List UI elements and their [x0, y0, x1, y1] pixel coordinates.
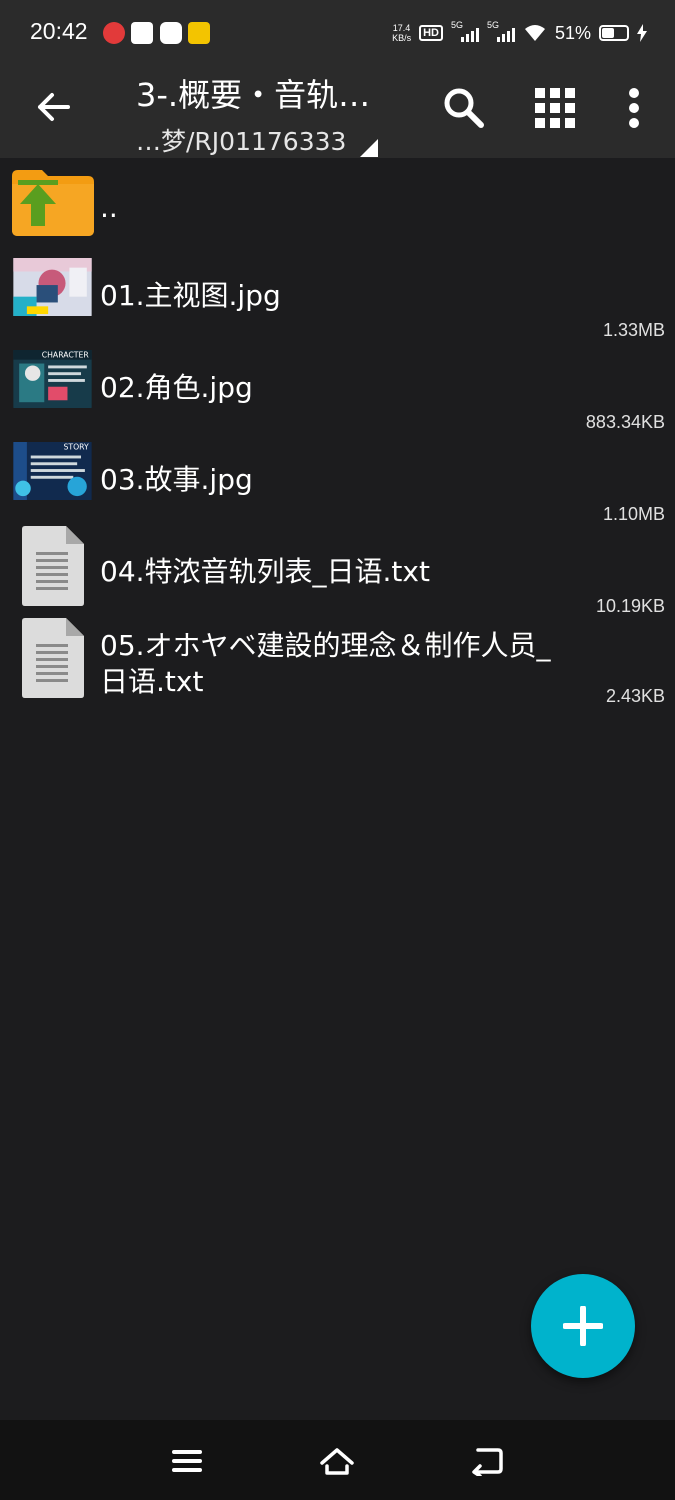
file-list: .. 01.主视图.jpg 1.33MB CHARACTER 02.角色.jpg… [0, 158, 675, 706]
list-item-file[interactable]: 05.オホヤベ建設的理念＆制作人员_ 日语.txt 2.43KB [0, 612, 675, 706]
file-name: 01.主视图.jpg [100, 279, 281, 312]
wifi-icon [524, 25, 545, 41]
file-size: 2.43KB [605, 686, 665, 706]
back-button[interactable] [28, 82, 78, 132]
nav-menu-button[interactable] [164, 1438, 210, 1484]
file-name-line1: 05.オホヤベ建設的理念＆制作人员_ [100, 629, 551, 662]
folder-title: 3-.概要・音轨… [136, 76, 371, 114]
signal-sim1-icon: 5G [451, 20, 479, 42]
net-speed: 17.4 KB/s [392, 23, 411, 43]
file-name: 02.角色.jpg [100, 371, 253, 404]
file-name-line2: 日语.txt [100, 665, 204, 698]
net-speed-value: 17.4 [392, 23, 411, 33]
back-icon [472, 1448, 503, 1476]
list-item-file[interactable]: CHARACTER 02.角色.jpg 883.34KB [0, 336, 675, 432]
file-name: 04.特浓音轨列表_日语.txt [100, 555, 430, 588]
sim2-label: 5G [486, 20, 499, 30]
file-name: .. [100, 191, 118, 224]
system-nav-bar [0, 1420, 675, 1500]
file-name: 05.オホヤベ建設的理念＆制作人员_ 日语.txt [100, 628, 551, 700]
app-7-icon [188, 22, 210, 44]
list-item-parent-folder[interactable]: .. [0, 158, 675, 244]
hd-icon: HD [419, 25, 443, 41]
battery-percent: 51% [554, 22, 591, 43]
character-label: CHARACTER [42, 351, 90, 360]
search-button[interactable] [438, 82, 490, 134]
path-title[interactable]: 3-.概要・音轨… …梦/RJ01176333 [136, 70, 426, 158]
nav-home-button[interactable] [314, 1438, 360, 1484]
overflow-menu-button[interactable] [608, 82, 660, 134]
text-file-icon [22, 526, 84, 606]
plus-icon [563, 1306, 603, 1346]
image-thumbnail [13, 258, 92, 316]
image-thumbnail: STORY [13, 442, 92, 500]
net-speed-unit: KB/s [392, 33, 412, 43]
list-item-file[interactable]: STORY 03.故事.jpg 1.10MB [0, 428, 675, 524]
file-name: 03.故事.jpg [100, 463, 253, 496]
view-mode-button[interactable] [529, 82, 581, 134]
menu-icon [172, 1450, 202, 1472]
grid-view-icon [535, 88, 575, 128]
app-toolbar: 3-.概要・音轨… …梦/RJ01176333 [0, 64, 675, 158]
folder-up-icon [12, 170, 94, 236]
story-label: STORY [63, 443, 89, 452]
folder-path: …梦/RJ01176333 [136, 127, 347, 156]
more-vert-icon [629, 88, 639, 128]
signal-sim2-icon: 5G [487, 20, 515, 42]
nav-back-button[interactable] [464, 1438, 510, 1484]
search-icon [444, 88, 484, 128]
charging-icon [637, 24, 647, 42]
add-button[interactable] [531, 1274, 635, 1378]
netease-music-icon [103, 22, 125, 44]
image-thumbnail: CHARACTER [13, 350, 92, 408]
sim1-label: 5G [450, 20, 463, 30]
arrow-left-icon [38, 93, 70, 121]
app-mail-icon [160, 22, 182, 44]
dropdown-triangle-icon [360, 139, 379, 157]
battery-icon [599, 25, 629, 41]
text-file-icon [22, 618, 84, 698]
list-item-file[interactable]: 04.特浓音轨列表_日语.txt 10.19KB [0, 520, 675, 616]
status-indicators: 17.4 KB/s HD 5G 5G 51% [392, 16, 647, 50]
status-time: 20:42 [30, 18, 88, 44]
app-c-icon [131, 22, 153, 44]
list-item-file[interactable]: 01.主视图.jpg 1.33MB [0, 244, 675, 340]
status-bar: 20:42 17.4 KB/s HD 5G 5G 51% [0, 0, 675, 64]
home-icon [320, 1448, 354, 1475]
